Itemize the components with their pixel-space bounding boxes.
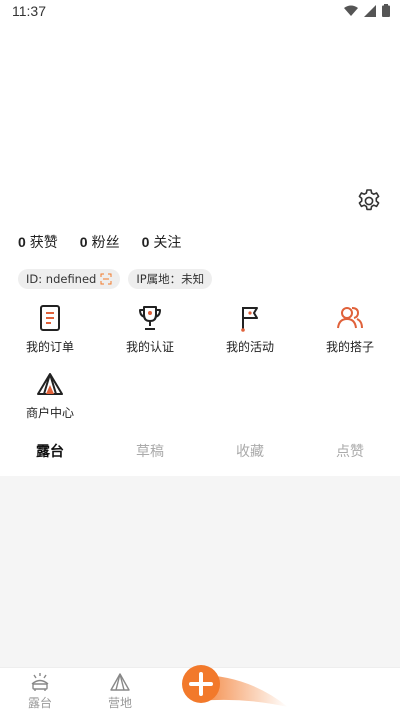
merchant-center-label: 商户中心 <box>25 406 74 420</box>
stat-number: 0 <box>79 234 88 250</box>
tent-icon <box>37 373 63 395</box>
tab-drafts[interactable]: 草稿 <box>100 440 200 474</box>
trophy-icon <box>139 306 161 330</box>
my-partners-button[interactable]: 我的搭子 <box>300 304 400 355</box>
my-activities-button[interactable]: 我的活动 <box>200 304 300 355</box>
my-orders-button[interactable]: 我的订单 <box>0 304 100 355</box>
add-post-button[interactable] <box>182 665 220 703</box>
user-id-tag: ID: ndefined <box>18 269 121 289</box>
user-id-text: ID: ndefined <box>26 272 97 286</box>
flag-icon <box>241 307 258 332</box>
profile-stats: 0 获赞 0 粉丝 0 关注 <box>18 232 181 252</box>
nav-label-terrace: 露台 <box>27 696 52 710</box>
stat-label: 粉丝 <box>91 235 120 251</box>
status-time: 11:37 <box>12 3 46 19</box>
content-tabs: 露台 草稿 收藏 点赞 <box>0 440 400 474</box>
nav-label-camp: 营地 <box>107 696 132 710</box>
stat-label: 获赞 <box>29 235 58 251</box>
my-orders-label: 我的订单 <box>25 340 74 354</box>
status-bar: 11:37 <box>0 0 400 24</box>
status-icons <box>344 4 390 17</box>
tab-likes[interactable]: 点赞 <box>300 440 400 474</box>
ip-location-text: IP属地：未知 <box>136 272 205 286</box>
stat-following[interactable]: 0 关注 <box>142 232 182 252</box>
stat-likes[interactable]: 0 获赞 <box>18 232 58 252</box>
tent-icon <box>110 673 130 691</box>
my-certification-label: 我的认证 <box>125 340 174 354</box>
add-post-fab-area <box>178 663 288 712</box>
nav-item-terrace[interactable]: 露台 <box>10 672 70 711</box>
copy-icon[interactable] <box>100 273 112 285</box>
tab-terrace[interactable]: 露台 <box>0 440 100 474</box>
plus-icon <box>189 672 213 696</box>
nav-item-camp[interactable]: 营地 <box>90 672 150 711</box>
signal-icon <box>364 4 376 17</box>
order-icon <box>40 305 60 331</box>
stat-number: 0 <box>141 234 150 250</box>
my-partners-label: 我的搭子 <box>325 340 374 354</box>
battery-icon <box>382 4 390 17</box>
my-certification-button[interactable]: 我的认证 <box>100 304 200 355</box>
ip-location-tag: IP属地：未知 <box>128 269 213 289</box>
wifi-icon <box>344 5 358 16</box>
partners-icon <box>337 307 363 329</box>
my-activities-label: 我的活动 <box>225 340 274 354</box>
stat-label: 关注 <box>153 235 182 251</box>
terrace-icon <box>31 673 49 691</box>
merchant-center-button[interactable]: 商户中心 <box>0 370 100 421</box>
content-area <box>0 476 400 667</box>
tab-favorites[interactable]: 收藏 <box>200 440 300 474</box>
profile-tags: ID: ndefined IP属地：未知 <box>18 269 213 289</box>
stat-fans[interactable]: 0 粉丝 <box>80 232 120 252</box>
gear-icon[interactable] <box>356 188 382 214</box>
stat-number: 0 <box>18 234 26 250</box>
